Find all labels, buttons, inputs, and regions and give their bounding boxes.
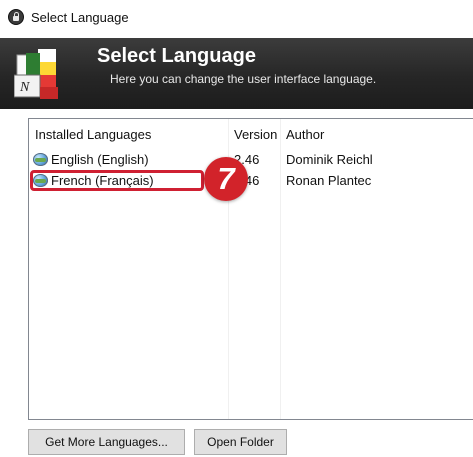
get-more-languages-button[interactable]: Get More Languages... [28,429,185,455]
column-header-installed-languages[interactable]: Installed Languages [35,127,151,142]
language-author: Dominik Reichl [286,152,373,167]
column-header-version[interactable]: Version [234,127,277,142]
open-folder-button[interactable]: Open Folder [194,429,287,455]
header-banner: N Select Language Here you can change th… [0,38,473,109]
list-item-english[interactable]: English (English) 2.46 Dominik Reichl [29,150,473,170]
installed-languages-list[interactable]: Installed Languages Version Author Engli… [28,118,473,420]
language-author: Ronan Plantec [286,173,372,188]
language-flags-icon: N [14,49,58,99]
step-number-badge: 7 [204,157,248,201]
language-name: English (English) [51,152,149,167]
window-title: Select Language [31,10,129,25]
column-header-author[interactable]: Author [286,127,324,142]
keepass-lock-icon [8,9,24,25]
title-bar: Select Language [0,0,473,39]
banner-subtitle: Here you can change the user interface l… [110,72,377,86]
svg-text:N: N [19,80,30,95]
globe-flag-icon [33,153,48,166]
highlight-box [30,170,204,191]
banner-title: Select Language [97,45,256,67]
